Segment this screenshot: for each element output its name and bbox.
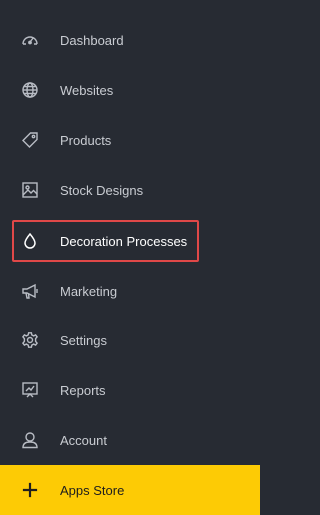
sidebar-item-dashboard[interactable]: Dashboard: [0, 15, 260, 65]
megaphone-icon: [20, 281, 40, 301]
apps-store-button[interactable]: Apps Store: [0, 465, 260, 515]
sidebar-item-label: Stock Designs: [60, 182, 144, 198]
sidebar-item-label: Account: [60, 432, 107, 448]
apps-store-label: Apps Store: [60, 482, 125, 498]
sidebar-item-label: Settings: [60, 332, 107, 348]
sidebar-item-label: Decoration Processes: [60, 233, 188, 249]
tag-icon: [20, 130, 40, 150]
globe-icon: [20, 80, 40, 100]
sidebar-item-account[interactable]: Account: [0, 415, 260, 465]
sidebar-item-products[interactable]: Products: [0, 115, 260, 165]
dashboard-gauge-icon: [20, 30, 40, 50]
sidebar-item-label: Dashboard: [60, 32, 124, 48]
sidebar-item-label: Websites: [60, 82, 114, 98]
plus-icon: [21, 481, 39, 499]
sidebar-nav: Dashboard Websites Products Stock Design…: [0, 0, 260, 515]
sidebar-item-label: Marketing: [60, 283, 118, 299]
sidebar-item-settings[interactable]: Settings: [0, 315, 260, 365]
sidebar-item-websites[interactable]: Websites: [0, 65, 260, 115]
image-icon: [20, 180, 40, 200]
gear-icon: [20, 330, 40, 350]
droplet-icon: [20, 231, 40, 251]
sidebar-item-stock-designs[interactable]: Stock Designs: [0, 165, 260, 215]
sidebar-item-reports[interactable]: Reports: [0, 365, 260, 415]
chart-board-icon: [20, 380, 40, 400]
user-icon: [20, 430, 40, 450]
sidebar-item-label: Products: [60, 132, 112, 148]
sidebar-item-marketing[interactable]: Marketing: [0, 266, 260, 316]
sidebar-item-decoration-processes[interactable]: Decoration Processes: [0, 216, 260, 266]
sidebar-item-label: Reports: [60, 382, 106, 398]
